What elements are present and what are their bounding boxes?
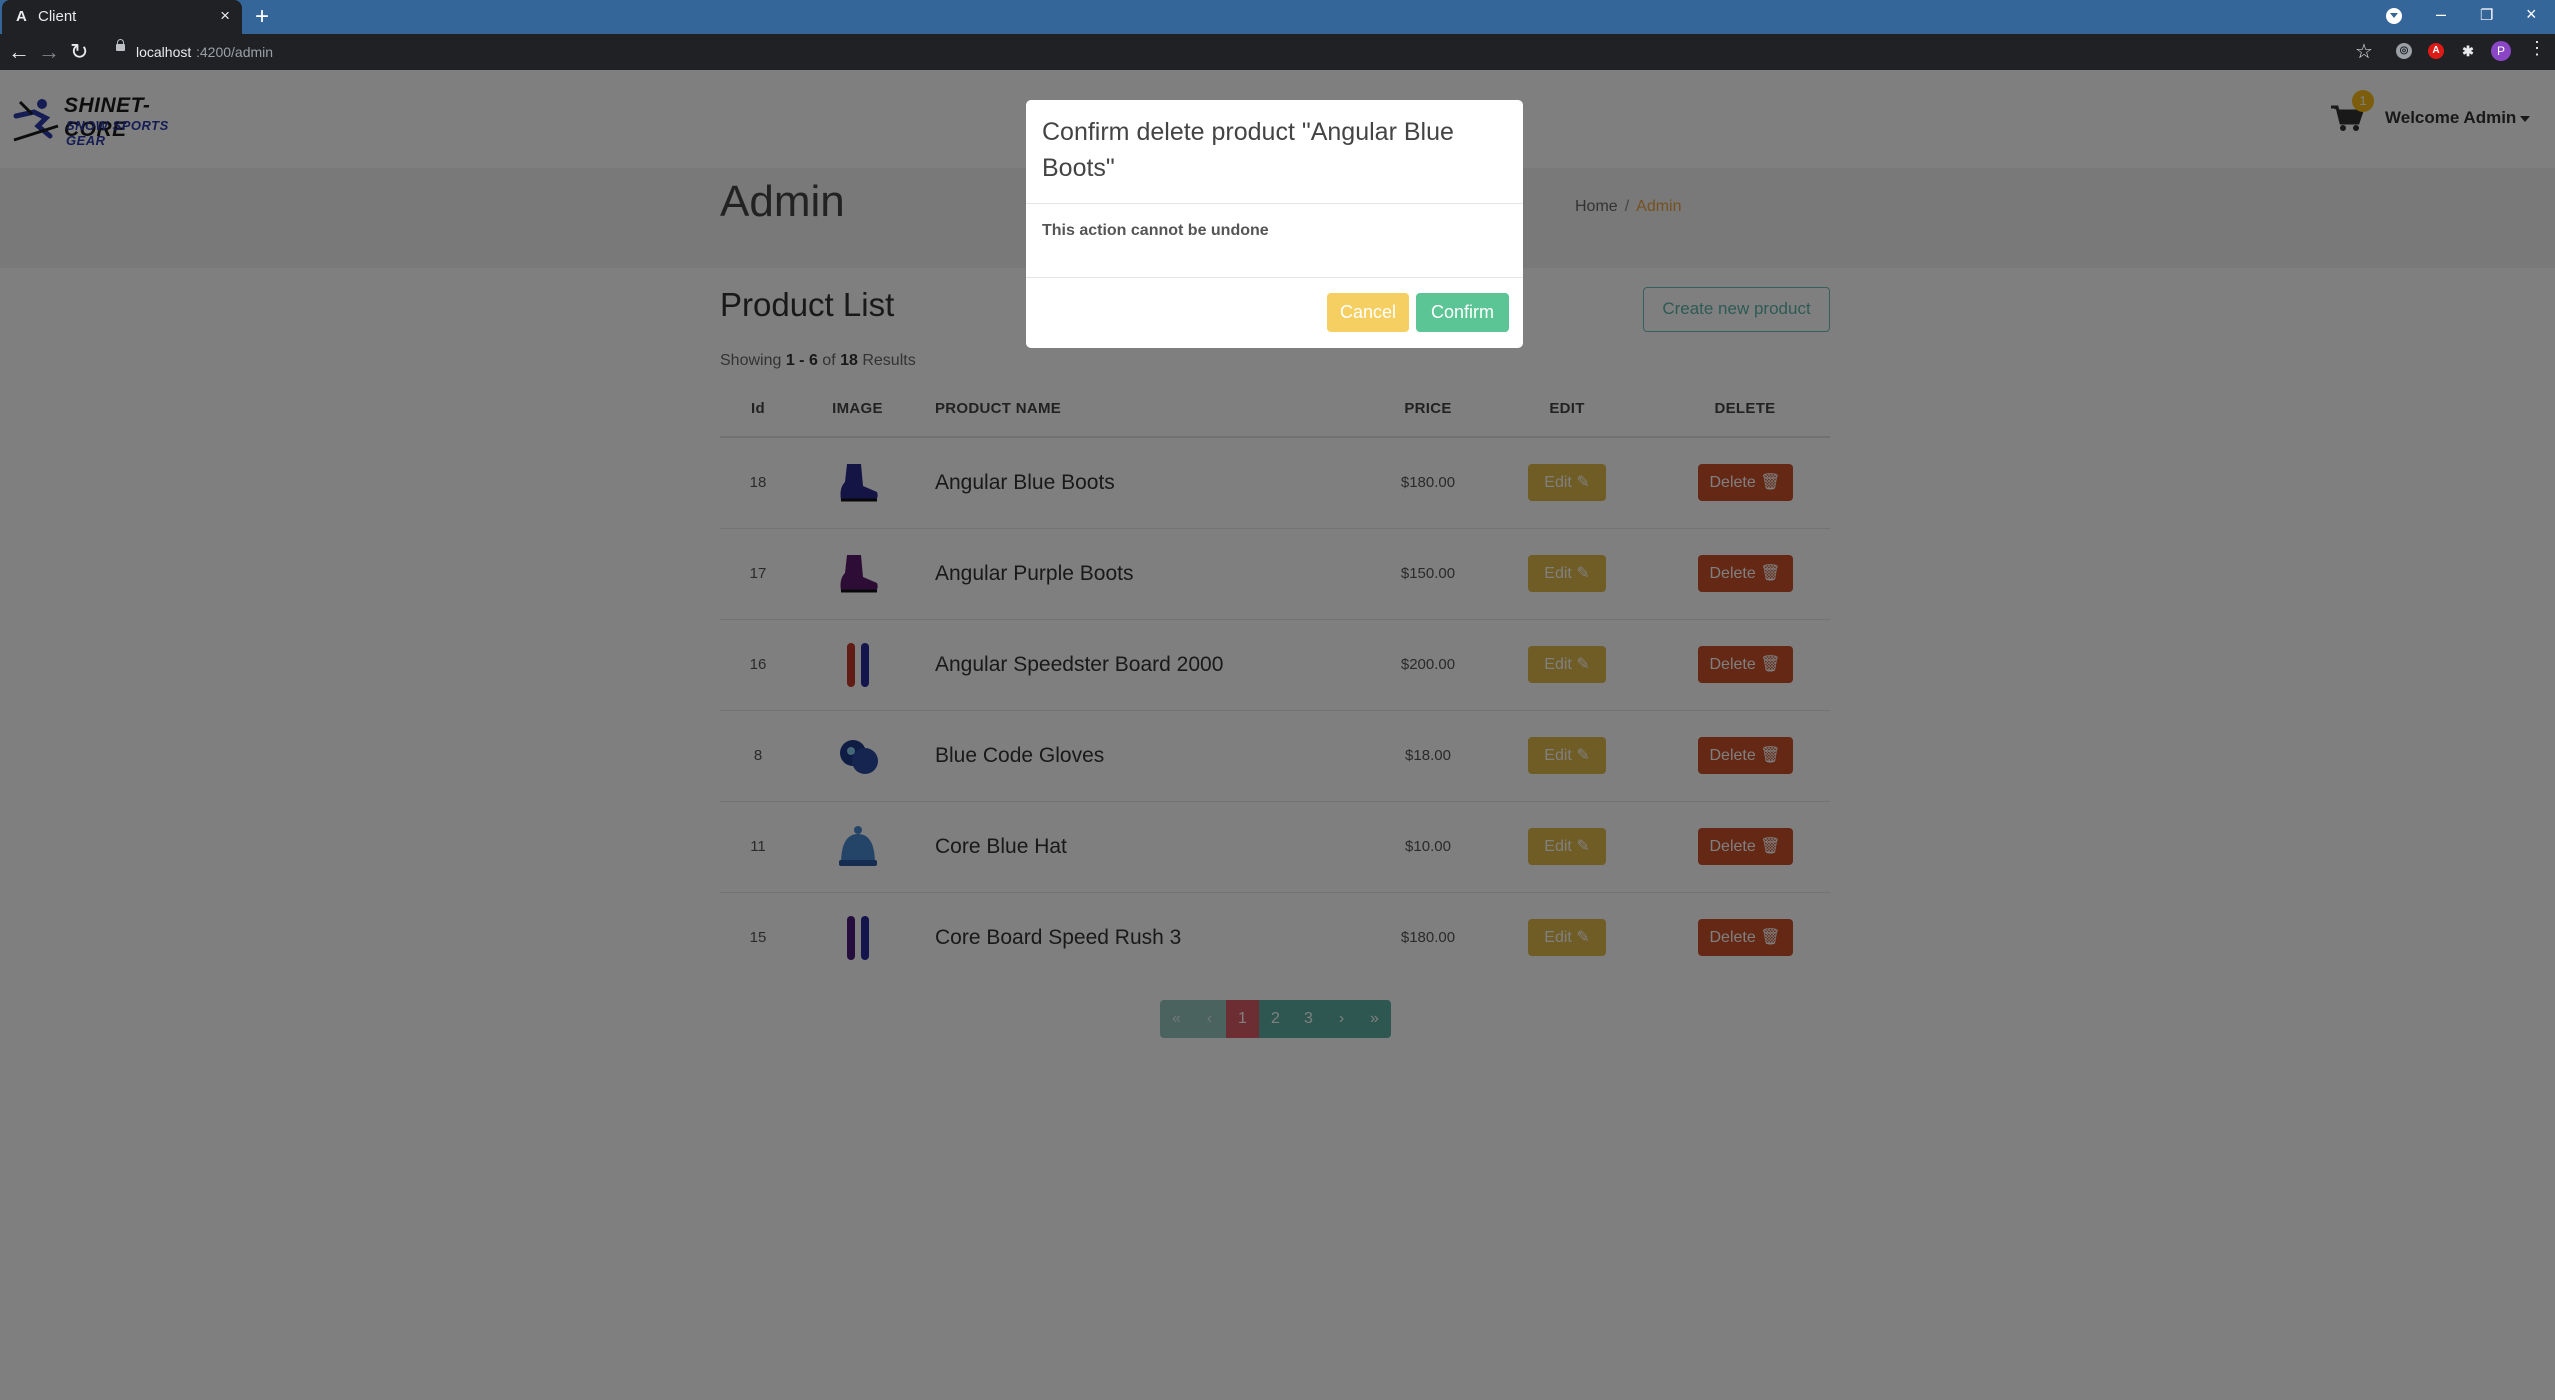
forward-icon[interactable]: → xyxy=(38,39,60,65)
restore-icon[interactable]: ❐ xyxy=(2480,6,2493,24)
cancel-button[interactable]: Cancel xyxy=(1327,293,1409,332)
browser-menu-icon[interactable]: ⋮ xyxy=(2528,38,2546,59)
angular-favicon-icon: A xyxy=(16,8,27,25)
angular-devtools-icon[interactable]: A xyxy=(2428,43,2444,59)
profile-dropdown-icon[interactable] xyxy=(2386,8,2402,24)
window-close-icon[interactable]: × xyxy=(2526,4,2537,25)
url-path: :4200/admin xyxy=(196,44,274,60)
url-host: localhost xyxy=(136,44,192,60)
puzzle-icon[interactable]: ✱ xyxy=(2460,43,2476,59)
modal-title: Confirm delete product "Angular Blue Boo… xyxy=(1042,118,1454,182)
confirm-delete-modal: Confirm delete product "Angular Blue Boo… xyxy=(1026,100,1523,348)
modal-body-text: This action cannot be undone xyxy=(1042,222,1269,239)
confirm-button[interactable]: Confirm xyxy=(1416,293,1509,332)
extension-icon[interactable]: ◎ xyxy=(2396,43,2412,59)
profile-avatar[interactable]: P xyxy=(2491,41,2511,61)
browser-toolbar: ← → ↻ xyxy=(0,34,2555,70)
browser-tab[interactable]: A Client × xyxy=(2,0,242,34)
address-bar[interactable] xyxy=(104,39,2344,65)
modal-footer-divider xyxy=(1026,277,1523,278)
bookmark-star-icon[interactable]: ☆ xyxy=(2355,39,2373,64)
back-icon[interactable]: ← xyxy=(8,39,30,65)
close-tab-icon[interactable]: × xyxy=(220,6,230,26)
new-tab-icon[interactable]: + xyxy=(255,3,269,31)
lock-icon xyxy=(116,39,125,51)
tab-title: Client xyxy=(38,8,77,25)
minimize-icon[interactable]: – xyxy=(2436,4,2446,25)
browser-tab-bar: A Client × + – ❐ × xyxy=(0,0,2555,34)
modal-header-divider xyxy=(1026,203,1523,204)
reload-icon[interactable]: ↻ xyxy=(70,39,88,65)
